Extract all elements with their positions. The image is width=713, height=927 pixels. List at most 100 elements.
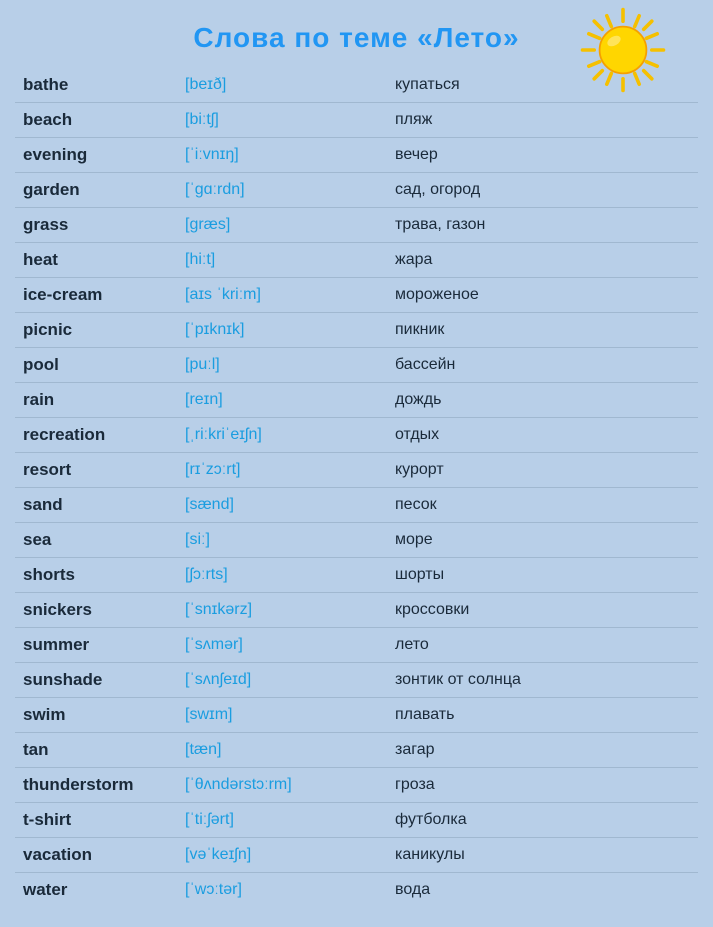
table-row: heat [hiːt] жара <box>15 243 698 278</box>
translation-cell: мороженое <box>385 278 698 313</box>
word-cell: snickers <box>15 593 175 628</box>
translation-cell: каникулы <box>385 838 698 873</box>
vocabulary-table: bathe [beɪð] купаться beach [biːtʃ] пляж… <box>15 68 698 907</box>
word-cell: garden <box>15 173 175 208</box>
translation-cell: пикник <box>385 313 698 348</box>
word-cell: pool <box>15 348 175 383</box>
transcription-cell: [ˈsnɪkərz] <box>175 593 385 628</box>
table-row: shorts [ʃɔːrts] шорты <box>15 558 698 593</box>
table-row: swim [swɪm] плавать <box>15 698 698 733</box>
translation-cell: кроссовки <box>385 593 698 628</box>
word-cell: swim <box>15 698 175 733</box>
translation-cell: жара <box>385 243 698 278</box>
word-cell: grass <box>15 208 175 243</box>
transcription-cell: [ˈsʌmər] <box>175 628 385 663</box>
transcription-cell: [rɪˈzɔːrt] <box>175 453 385 488</box>
word-cell: vacation <box>15 838 175 873</box>
table-row: summer [ˈsʌmər] лето <box>15 628 698 663</box>
word-cell: shorts <box>15 558 175 593</box>
translation-cell: купаться <box>385 68 698 103</box>
translation-cell: зонтик от солнца <box>385 663 698 698</box>
table-row: resort [rɪˈzɔːrt] курорт <box>15 453 698 488</box>
transcription-cell: [sænd] <box>175 488 385 523</box>
word-cell: tan <box>15 733 175 768</box>
translation-cell: сад, огород <box>385 173 698 208</box>
transcription-cell: [siː] <box>175 523 385 558</box>
transcription-cell: [ʃɔːrts] <box>175 558 385 593</box>
page: Слова по теме «Лето» <box>0 0 713 927</box>
transcription-cell: [puːl] <box>175 348 385 383</box>
word-cell: beach <box>15 103 175 138</box>
word-cell: recreation <box>15 418 175 453</box>
transcription-cell: [græs] <box>175 208 385 243</box>
transcription-cell: [ˈsʌnʃeɪd] <box>175 663 385 698</box>
translation-cell: пляж <box>385 103 698 138</box>
translation-cell: футболка <box>385 803 698 838</box>
word-cell: ice-cream <box>15 278 175 313</box>
table-row: water [ˈwɔːtər] вода <box>15 873 698 908</box>
table-row: sea [siː] море <box>15 523 698 558</box>
table-row: grass [græs] трава, газон <box>15 208 698 243</box>
transcription-cell: [vəˈkeɪʃn] <box>175 838 385 873</box>
translation-cell: вода <box>385 873 698 908</box>
word-cell: evening <box>15 138 175 173</box>
table-row: pool [puːl] бассейн <box>15 348 698 383</box>
table-row: garden [ˈɡɑːrdn] сад, огород <box>15 173 698 208</box>
table-row: snickers [ˈsnɪkərz] кроссовки <box>15 593 698 628</box>
transcription-cell: [ˈɡɑːrdn] <box>175 173 385 208</box>
table-row: beach [biːtʃ] пляж <box>15 103 698 138</box>
transcription-cell: [ˌriːkriˈeɪʃn] <box>175 418 385 453</box>
word-cell: water <box>15 873 175 908</box>
word-cell: picnic <box>15 313 175 348</box>
page-title: Слова по теме «Лето» <box>193 22 519 53</box>
word-cell: sunshade <box>15 663 175 698</box>
transcription-cell: [aɪs ˈkriːm] <box>175 278 385 313</box>
table-row: picnic [ˈpɪknɪk] пикник <box>15 313 698 348</box>
table-row: sand [sænd] песок <box>15 488 698 523</box>
translation-cell: гроза <box>385 768 698 803</box>
table-row: ice-cream [aɪs ˈkriːm] мороженое <box>15 278 698 313</box>
translation-cell: песок <box>385 488 698 523</box>
word-cell: thunderstorm <box>15 768 175 803</box>
word-cell: bathe <box>15 68 175 103</box>
translation-cell: вечер <box>385 138 698 173</box>
transcription-cell: [reɪn] <box>175 383 385 418</box>
translation-cell: трава, газон <box>385 208 698 243</box>
translation-cell: курорт <box>385 453 698 488</box>
word-cell: heat <box>15 243 175 278</box>
table-row: vacation [vəˈkeɪʃn] каникулы <box>15 838 698 873</box>
translation-cell: дождь <box>385 383 698 418</box>
table-row: thunderstorm [ˈθʌndərstɔːrm] гроза <box>15 768 698 803</box>
transcription-cell: [ˈiːvnɪŋ] <box>175 138 385 173</box>
table-row: sunshade [ˈsʌnʃeɪd] зонтик от солнца <box>15 663 698 698</box>
transcription-cell: [beɪð] <box>175 68 385 103</box>
word-cell: sand <box>15 488 175 523</box>
translation-cell: отдых <box>385 418 698 453</box>
transcription-cell: [hiːt] <box>175 243 385 278</box>
table-row: evening [ˈiːvnɪŋ] вечер <box>15 138 698 173</box>
translation-cell: шорты <box>385 558 698 593</box>
transcription-cell: [biːtʃ] <box>175 103 385 138</box>
title-area: Слова по теме «Лето» <box>15 10 698 62</box>
word-cell: summer <box>15 628 175 663</box>
table-row: bathe [beɪð] купаться <box>15 68 698 103</box>
translation-cell: лето <box>385 628 698 663</box>
transcription-cell: [tæn] <box>175 733 385 768</box>
translation-cell: плавать <box>385 698 698 733</box>
transcription-cell: [swɪm] <box>175 698 385 733</box>
word-cell: t-shirt <box>15 803 175 838</box>
table-row: t-shirt [ˈtiːʃərt] футболка <box>15 803 698 838</box>
word-cell: rain <box>15 383 175 418</box>
table-row: rain [reɪn] дождь <box>15 383 698 418</box>
table-row: recreation [ˌriːkriˈeɪʃn] отдых <box>15 418 698 453</box>
translation-cell: море <box>385 523 698 558</box>
transcription-cell: [ˈwɔːtər] <box>175 873 385 908</box>
transcription-cell: [ˈtiːʃərt] <box>175 803 385 838</box>
word-cell: sea <box>15 523 175 558</box>
transcription-cell: [ˈθʌndərstɔːrm] <box>175 768 385 803</box>
translation-cell: загар <box>385 733 698 768</box>
transcription-cell: [ˈpɪknɪk] <box>175 313 385 348</box>
table-row: tan [tæn] загар <box>15 733 698 768</box>
word-cell: resort <box>15 453 175 488</box>
translation-cell: бассейн <box>385 348 698 383</box>
